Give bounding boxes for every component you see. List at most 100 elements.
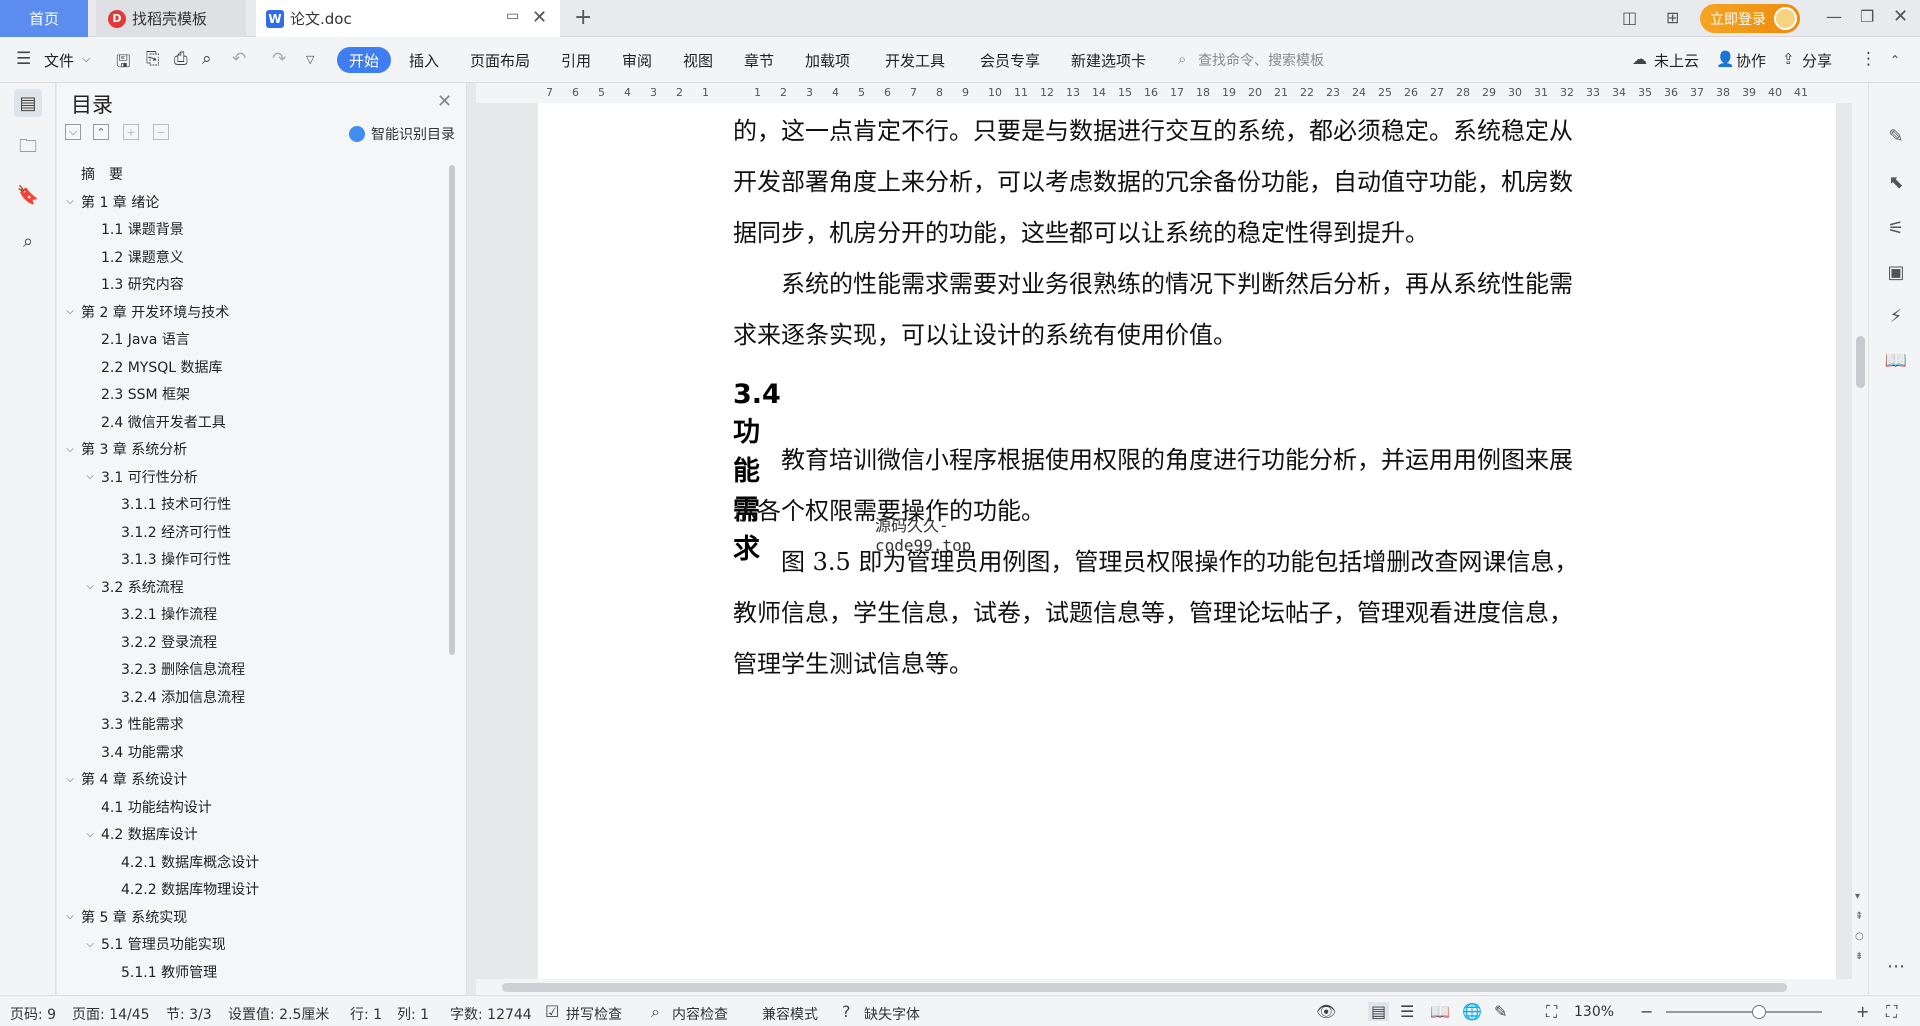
more-icon[interactable]: ⋯ [1883,953,1909,979]
toc-item[interactable]: ⌵ 第 3 章 系统分析 [63,438,187,460]
fit-page-icon[interactable]: ⛶ [1546,1002,1557,1022]
toc-item[interactable]: ⌵ 第 2 章 开发环境与技术 [63,301,229,323]
toc-item[interactable]: ⌵ 第 5 章 系统实现 [63,906,187,928]
smart-tools-icon[interactable]: ⚡ [1883,303,1909,329]
toc-item[interactable]: 3.2.3 删除信息流程 [103,658,245,680]
toc-item[interactable]: 3.3 性能需求 [83,713,184,735]
status-column[interactable]: 列: 1 [397,1004,429,1024]
missing-font-button[interactable]: 缺失字体 [864,1004,920,1024]
cloud-status[interactable]: 未上云 [1654,50,1699,71]
reading-mode-icon[interactable]: 📖 [1883,347,1909,373]
toc-item[interactable]: 3.1.3 操作可行性 [103,548,231,570]
chevron-down-icon[interactable]: ⌵ [83,581,97,592]
select-browse-icon[interactable]: ○ [1855,931,1864,942]
toc-item[interactable]: 4.1 功能结构设计 [83,796,212,818]
status-word-count[interactable]: 字数: 12744 [450,1004,532,1024]
toc-item[interactable]: 3.1.2 经济可行性 [103,521,231,543]
find-icon[interactable]: ⌕ [14,227,42,255]
menu-addins[interactable]: 加载项 [805,50,850,71]
remove-heading-icon[interactable]: − [153,124,169,140]
toc-item[interactable]: 3.2.4 添加信息流程 [103,686,245,708]
chevron-down-icon[interactable]: ⌵ [82,52,90,66]
close-tab-icon[interactable]: ✕ [532,7,547,28]
toc-item[interactable]: 摘 要 [63,163,123,185]
menu-review[interactable]: 审阅 [622,50,652,71]
prev-page-icon[interactable]: ⇞ [1855,911,1863,922]
print-preview-icon[interactable]: ⌕ [202,49,212,69]
next-page-icon[interactable]: ⇟ [1855,951,1863,962]
status-page[interactable]: 页面: 14/45 [72,1004,150,1024]
chevron-down-icon[interactable]: ⌵ [63,306,77,317]
eye-protection-icon[interactable]: 👁 [1316,1002,1336,1021]
paragraph-line[interactable]: 教育培训微信小程序根据使用权限的角度进行功能分析，并运用用例图来展 [733,440,1633,475]
menu-new-tab[interactable]: 新建选项卡 [1071,50,1146,71]
status-section[interactable]: 节: 3/3 [166,1004,212,1024]
menu-page-layout[interactable]: 页面布局 [470,50,530,71]
web-view-icon[interactable]: 🌐 [1462,1002,1482,1021]
toc-item[interactable]: ⌵ 第 4 章 系统设计 [63,768,187,790]
spellcheck-button[interactable]: 拼写检查 [566,1004,622,1024]
menu-file[interactable]: 文件 [44,50,74,71]
monitor-icon[interactable]: ▭ [506,8,519,24]
restore-icon[interactable]: ❐ [1860,7,1874,26]
status-setting[interactable]: 设置值: 2.5厘米 [228,1004,329,1024]
vertical-scroll-thumb[interactable] [1856,336,1865,388]
menu-view[interactable]: 视图 [683,50,713,71]
tab-template[interactable]: D 找稻壳模板 [96,0,246,37]
chevron-down-icon[interactable]: ⌵ [63,444,77,455]
expand-all-icon[interactable]: ⌵ [65,124,81,140]
zoom-slider[interactable] [1666,1011,1822,1013]
redo-icon[interactable]: ↷ [272,49,286,69]
toc-item[interactable]: 2.4 微信开发者工具 [83,411,226,433]
collapse-ribbon-icon[interactable]: ⌃ [1890,53,1900,67]
toc-item[interactable]: 1.3 研究内容 [83,273,184,295]
paragraph-line[interactable]: 系统的性能需求需要对业务很熟练的情况下判断然后分析，再从系统性能需 [733,264,1633,299]
command-search-input[interactable]: 查找命令、搜索模板 [1198,50,1324,70]
hamburger-menu-icon[interactable]: ☰ [16,49,31,69]
zoom-slider-handle[interactable] [1752,1005,1766,1019]
paragraph-line[interactable]: 示各个权限需要操作的功能。 [733,491,1633,526]
toc-item[interactable]: ⌵ 4.2 数据库设计 [83,823,198,845]
pen-edit-icon[interactable]: ✎ [1883,123,1909,149]
image-gallery-icon[interactable]: ▣ [1883,259,1909,285]
save-icon[interactable]: 🖫 [116,49,130,78]
toc-item[interactable]: 3.2.1 操作流程 [103,603,217,625]
quick-access-more-icon[interactable]: ▽ [306,53,314,66]
close-window-icon[interactable]: ✕ [1893,6,1908,27]
toc-item[interactable]: 4.2.2 数据库物理设计 [103,878,259,900]
content-check-button[interactable]: 内容检查 [672,1004,728,1024]
smart-toc-button[interactable]: 智能识别目录 [349,124,455,144]
menu-chapter[interactable]: 章节 [744,50,774,71]
write-view-icon[interactable]: ✎ [1494,1002,1507,1021]
tab-start[interactable]: 开始 [337,47,391,73]
close-icon[interactable]: ✕ [437,91,452,112]
horizontal-scrollbar[interactable] [476,979,1852,995]
outline-view-icon[interactable]: ☰ [1400,1002,1414,1021]
bookmark-icon[interactable]: 🔖 [14,181,42,209]
toc-item[interactable]: 4.2.1 数据库概念设计 [103,851,259,873]
zoom-out-icon[interactable]: − [1640,1002,1653,1021]
page-view-icon[interactable]: ▤ [1368,1002,1390,1021]
chevron-down-icon[interactable]: ⌵ [63,911,77,922]
toc-item[interactable]: 1.2 课题意义 [83,246,184,268]
toc-item[interactable]: 3.4 功能需求 [83,741,184,763]
toc-item[interactable]: 1.1 课题背景 [83,218,184,240]
chevron-down-icon[interactable]: ⌵ [83,939,97,950]
undo-icon[interactable]: ↶ [232,49,246,69]
paragraph-line[interactable]: 教师信息，学生信息，试卷，试题信息等，管理论坛帖子，管理观看进度信息， [733,593,1633,628]
layout-icon[interactable]: ◫ [1622,8,1637,27]
status-page-number[interactable]: 页码: 9 [10,1004,56,1024]
chevron-down-icon[interactable]: ⌵ [83,471,97,482]
tab-home[interactable]: 首页 [0,0,88,37]
settings-sliders-icon[interactable]: ⚟ [1883,215,1909,241]
navigation-icon[interactable]: 🗀 [14,135,42,163]
toc-item[interactable]: ⌵ 3.1 可行性分析 [83,466,198,488]
toc-item[interactable]: 5.1.1 教师管理 [103,961,217,983]
paragraph-line[interactable]: 管理学生测试信息等。 [733,644,1633,679]
login-button[interactable]: 立即登录 [1700,4,1800,33]
paragraph-line[interactable]: 图 3.5 即为管理员用例图，管理员权限操作的功能包括增删改查网课信息， [733,542,1633,577]
cursor-select-icon[interactable]: ⬉ [1883,169,1909,195]
chevron-down-icon[interactable]: ⌵ [63,196,77,207]
tab-document[interactable]: W 论文.doc ▭ ✕ [256,0,560,37]
horizontal-scroll-thumb[interactable] [502,983,1787,992]
